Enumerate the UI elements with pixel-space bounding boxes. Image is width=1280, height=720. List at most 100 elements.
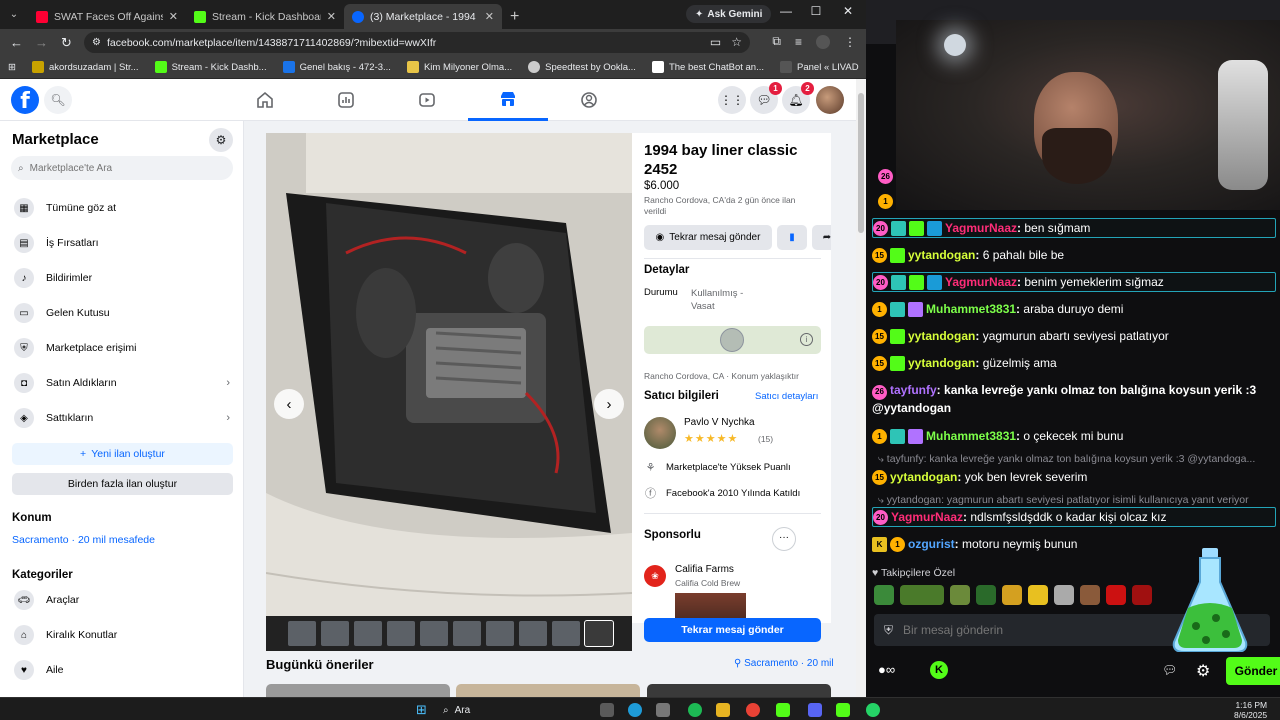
marketplace-search[interactable]: ⌕ bbox=[11, 156, 233, 180]
thumbnail[interactable] bbox=[486, 621, 514, 646]
thumbnail[interactable] bbox=[387, 621, 415, 646]
sidebar-item-selling[interactable]: ◈ Sattıkların › bbox=[8, 403, 236, 433]
sidebar-item-browse-all[interactable]: ▦ Tümüne göz at bbox=[8, 193, 236, 223]
chat-username[interactable]: Muhammet3831 bbox=[926, 302, 1016, 316]
site-info-icon[interactable]: ⚙ bbox=[92, 37, 101, 48]
back-button[interactable]: ← bbox=[4, 35, 29, 50]
page-scrollbar[interactable] bbox=[856, 79, 866, 697]
location-map[interactable]: i bbox=[644, 326, 821, 354]
bookmark-item[interactable]: Kim Milyoner Olma... bbox=[406, 61, 512, 73]
sidebar-item-purchases[interactable]: ◘ Satın Aldıkların › bbox=[8, 368, 236, 398]
message-button[interactable]: ◉ Tekrar mesaj gönder bbox=[644, 225, 772, 250]
chat-username[interactable]: yytandogan bbox=[890, 470, 957, 484]
thumbnail[interactable] bbox=[354, 621, 382, 646]
save-bookmark-icon[interactable]: ▮ bbox=[777, 225, 807, 250]
taskbar-search[interactable]: ⌕ Ara bbox=[443, 702, 470, 718]
settings-icon[interactable] bbox=[656, 703, 670, 717]
emote[interactable] bbox=[1132, 585, 1152, 605]
send-button[interactable]: Gönder bbox=[1226, 657, 1280, 685]
nav-home-icon[interactable] bbox=[225, 79, 305, 121]
emote[interactable] bbox=[1002, 585, 1022, 605]
chat-message[interactable]: 1 Muhammet3831: o çekecek mi bunu bbox=[872, 426, 1276, 446]
nav-stats-icon[interactable] bbox=[306, 79, 386, 121]
message-seller-cta-button[interactable]: Tekrar mesaj gönder bbox=[644, 618, 821, 642]
create-multiple-listings-button[interactable]: Birden fazla ilan oluştur bbox=[12, 473, 233, 495]
chat-message[interactable]: 15 yytandogan: yok ben levrek severim bbox=[872, 467, 1276, 487]
category-rentals[interactable]: ⌂ Kiralık Konutlar bbox=[8, 620, 236, 650]
notifications-bell-icon[interactable]: 🔔︎ 2 bbox=[782, 82, 814, 114]
emote[interactable] bbox=[950, 585, 970, 605]
forward-button[interactable]: → bbox=[29, 35, 54, 50]
previous-photo-button[interactable]: ‹ bbox=[274, 389, 304, 419]
emote[interactable] bbox=[1106, 585, 1126, 605]
emote[interactable] bbox=[1028, 585, 1048, 605]
emote[interactable] bbox=[874, 585, 894, 605]
chat-username[interactable]: tayfunfy bbox=[890, 383, 937, 397]
windows-start-icon[interactable]: ⊞ bbox=[416, 702, 427, 718]
create-listing-button[interactable]: + Yeni ilan oluştur bbox=[12, 443, 233, 465]
sidebar-item-jobs[interactable]: ▤ İş Fırsatları bbox=[8, 228, 236, 258]
tab-youtube[interactable]: SWAT Faces Off Against Killer 4 ✕ bbox=[28, 4, 186, 29]
chat-username[interactable]: YagmurNaaz bbox=[891, 510, 963, 524]
nav-video-icon[interactable] bbox=[387, 79, 467, 121]
maximize-button[interactable]: ☐ bbox=[804, 4, 828, 18]
close-icon[interactable]: ✕ bbox=[169, 10, 178, 23]
next-photo-button[interactable]: › bbox=[594, 389, 624, 419]
ask-gemini-button[interactable]: ✦ Ask Gemini bbox=[686, 5, 772, 23]
marketplace-search-input[interactable] bbox=[29, 162, 210, 174]
nav-marketplace-icon[interactable] bbox=[468, 79, 548, 121]
facebook-logo[interactable]: f bbox=[11, 86, 39, 114]
chat-input[interactable] bbox=[903, 623, 1174, 637]
gear-icon[interactable]: ⚙ bbox=[1196, 661, 1210, 681]
category-vehicles[interactable]: 🚗︎ Araçlar bbox=[8, 585, 236, 615]
tab-search-button[interactable]: ⌄ bbox=[0, 0, 28, 29]
window-close-button[interactable]: ✕ bbox=[836, 4, 860, 18]
whatsapp-icon[interactable] bbox=[866, 703, 880, 717]
emote[interactable] bbox=[1080, 585, 1100, 605]
seller-avatar[interactable] bbox=[644, 417, 676, 449]
chat-username[interactable]: yytandogan bbox=[908, 248, 975, 262]
bookmark-item[interactable]: The best ChatBot an... bbox=[651, 61, 764, 73]
info-icon[interactable]: i bbox=[800, 333, 813, 346]
cast-icon[interactable]: ▭ bbox=[710, 35, 721, 49]
chat-username[interactable]: yytandogan bbox=[908, 356, 975, 370]
bookmark-star-icon[interactable]: ☆ bbox=[731, 35, 742, 49]
apps-icon[interactable]: ⊞ bbox=[8, 62, 16, 73]
reply-context[interactable]: ⤷ yytandogan: yagmurun abartı seviyesi p… bbox=[878, 494, 1249, 507]
profile-avatar[interactable] bbox=[816, 86, 844, 114]
app-icon[interactable] bbox=[776, 703, 790, 717]
tab-marketplace[interactable]: (3) Marketplace - 1994 bay liner ✕ bbox=[344, 4, 502, 29]
close-icon[interactable]: ✕ bbox=[485, 10, 494, 23]
extensions-icon[interactable]: ⧉ bbox=[772, 34, 781, 49]
listing-photo[interactable]: ‹ › bbox=[266, 133, 632, 651]
thumbnail[interactable] bbox=[420, 621, 448, 646]
emote[interactable] bbox=[1054, 585, 1074, 605]
menu-grid-icon[interactable]: ⋮⋮ bbox=[718, 86, 746, 114]
chat-message[interactable]: 15 yytandogan: güzelmiş ama bbox=[872, 353, 1276, 373]
bookmark-item[interactable]: Panel « LIVAD bbox=[780, 61, 859, 73]
emote[interactable] bbox=[976, 585, 996, 605]
menu-icon[interactable]: ⋮ bbox=[844, 35, 856, 49]
seller-details-link[interactable]: Satıcı detayları bbox=[755, 391, 818, 402]
thumbnail[interactable] bbox=[453, 621, 481, 646]
thumbnail-selected[interactable] bbox=[584, 620, 614, 647]
chat-message[interactable]: 20 YagmurNaaz: benim yemeklerim sığmaz bbox=[872, 272, 1276, 292]
bookmark-item[interactable]: akordsuzadam | Str... bbox=[31, 61, 139, 73]
gear-icon[interactable]: ⚙ bbox=[209, 128, 233, 152]
thumbnail[interactable] bbox=[321, 621, 349, 646]
chat-username[interactable]: YagmurNaaz bbox=[945, 221, 1017, 235]
suggestion-card[interactable] bbox=[456, 684, 640, 697]
chrome-icon[interactable] bbox=[746, 703, 760, 717]
taskbar-clock[interactable]: 1:16 PM 8/6/2025 bbox=[1234, 700, 1267, 720]
sidebar-item-access[interactable]: ⛨ Marketplace erişimi bbox=[8, 333, 236, 363]
profile-icon[interactable] bbox=[816, 34, 830, 49]
reload-button[interactable]: ↻ bbox=[54, 35, 79, 51]
close-icon[interactable]: ✕ bbox=[327, 10, 336, 23]
scrollbar-thumb[interactable] bbox=[858, 93, 864, 233]
media-icon[interactable]: ≡ bbox=[795, 35, 802, 49]
reply-context[interactable]: ⤷ tayfunfy: kanka levreğe yankı olmaz to… bbox=[878, 453, 1255, 466]
chat-username[interactable]: yytandogan bbox=[908, 329, 975, 343]
emote[interactable] bbox=[900, 585, 944, 605]
discord-icon[interactable] bbox=[808, 703, 822, 717]
chat-settings-bubble-icon[interactable]: 💬︎ bbox=[1162, 663, 1177, 677]
